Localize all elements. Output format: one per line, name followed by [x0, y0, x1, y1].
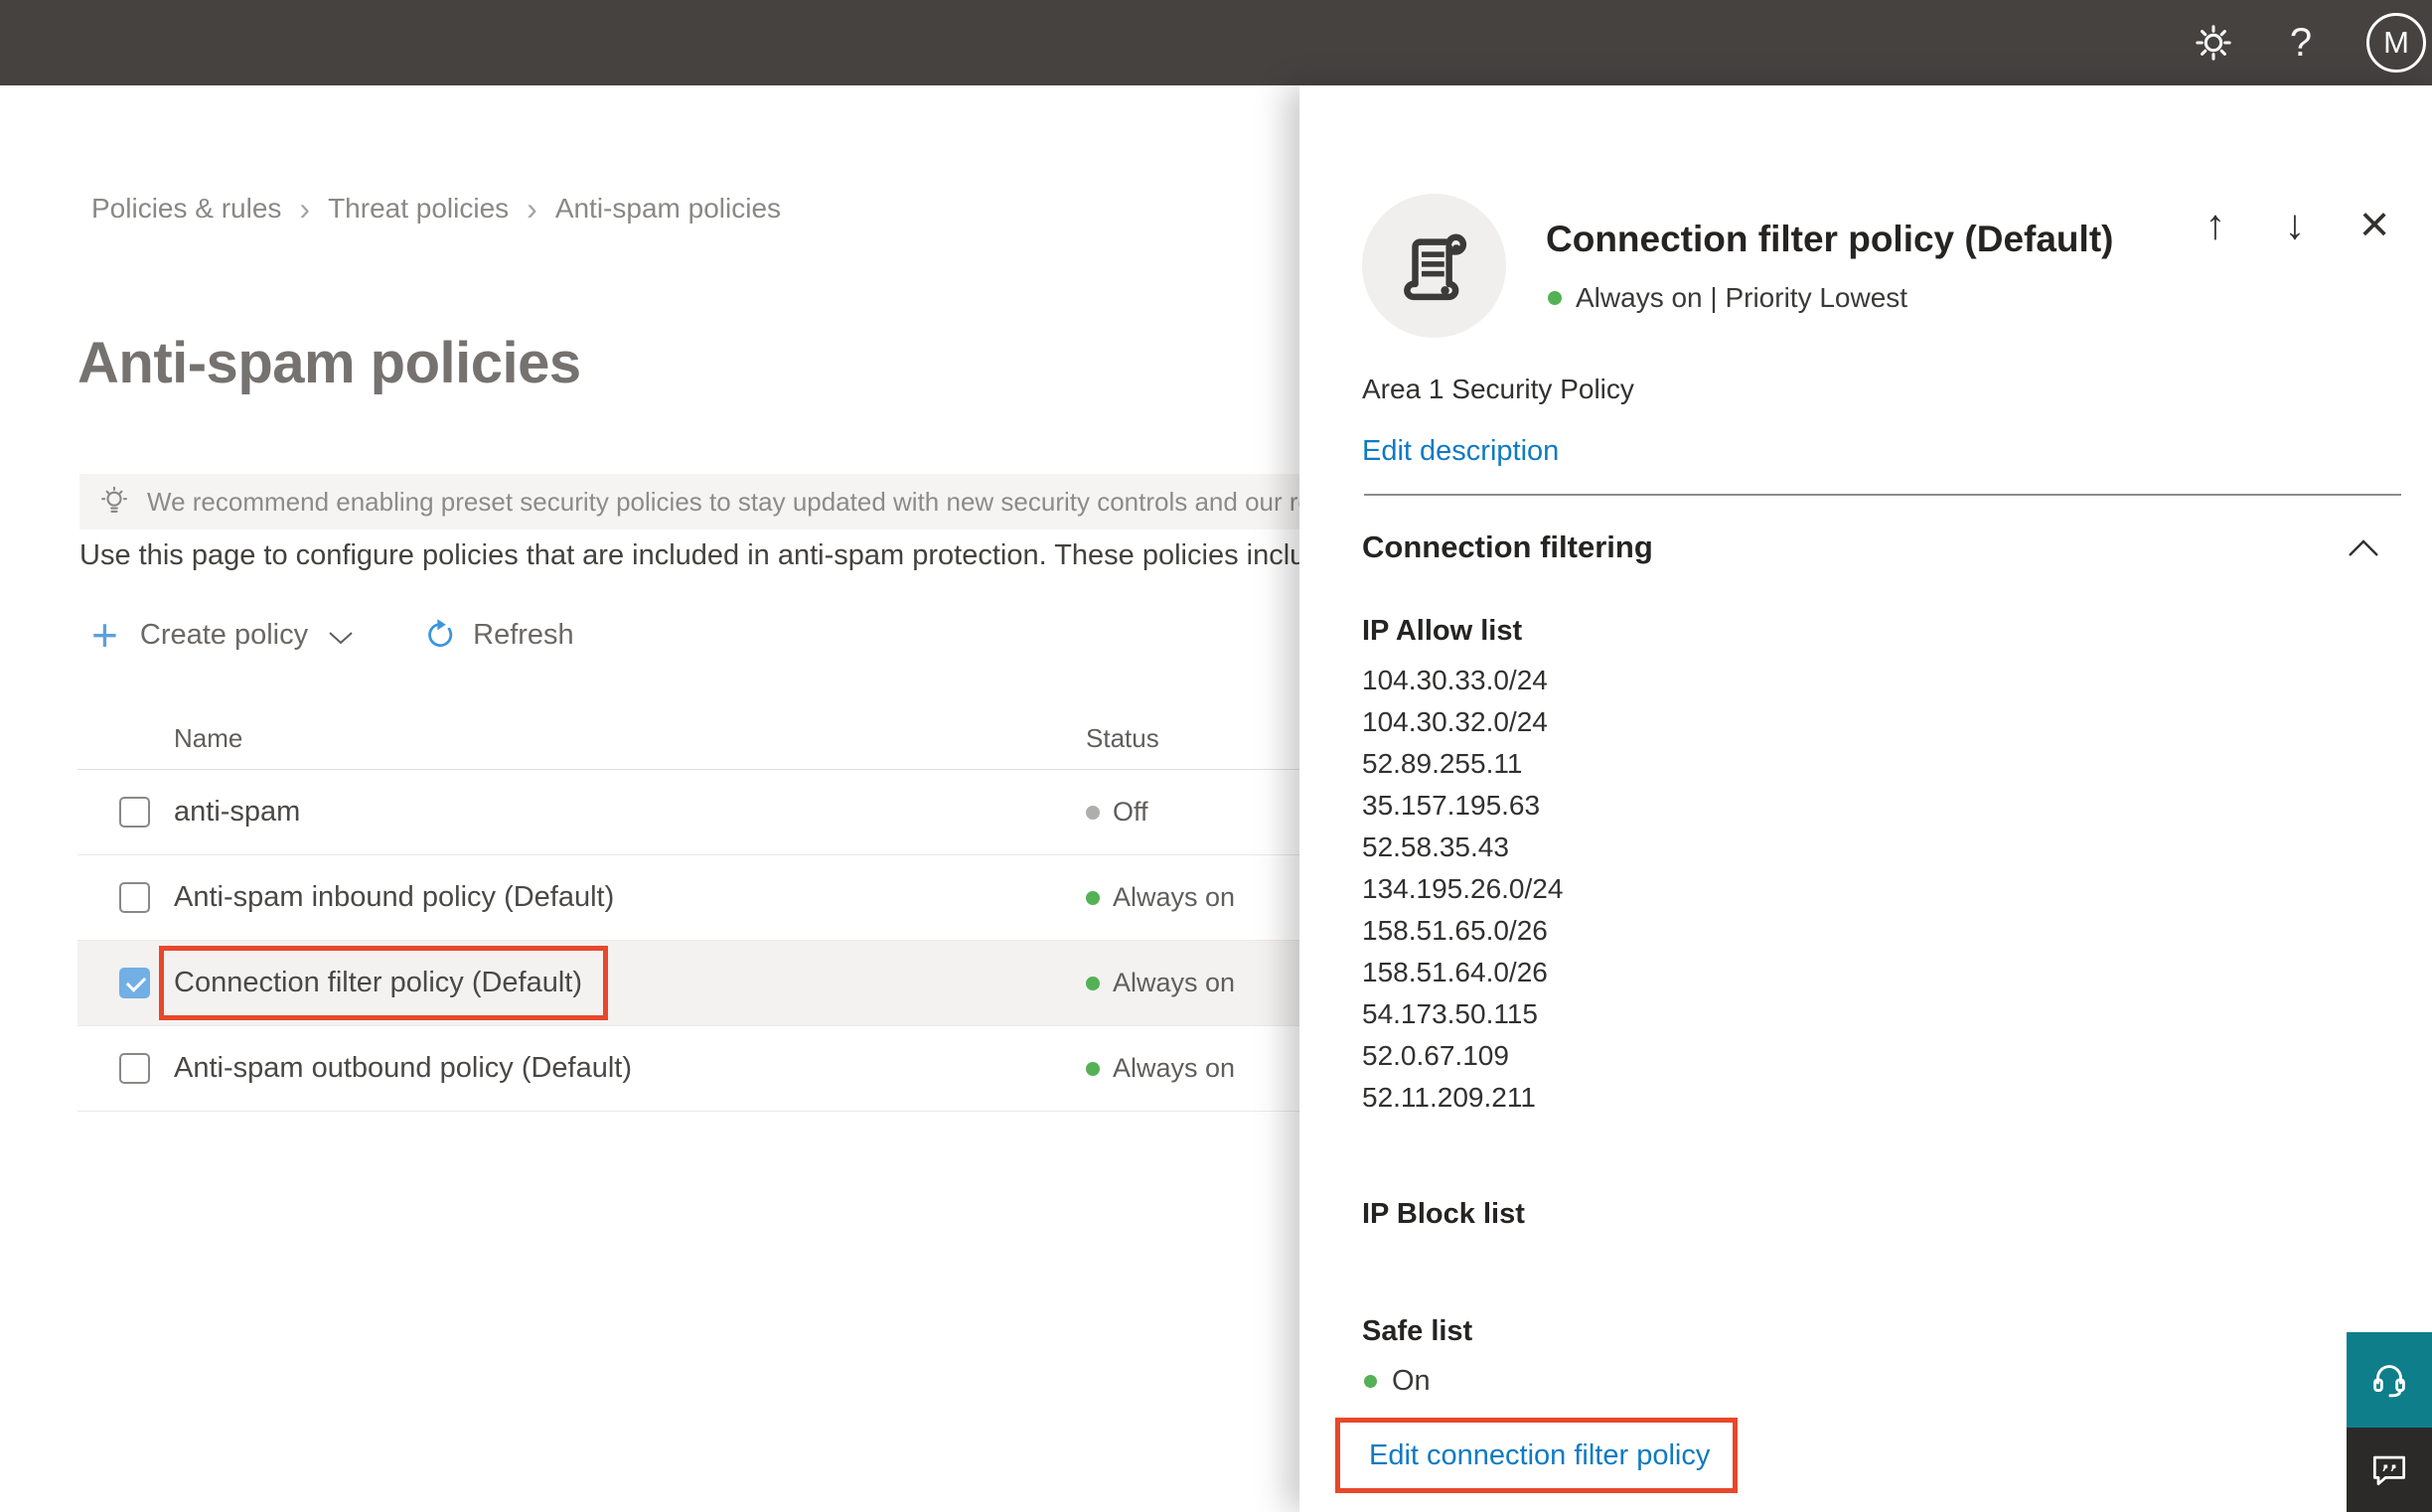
status-cell: Off	[1086, 770, 1148, 854]
page-description: Use this page to configure policies that…	[79, 539, 1299, 571]
ip-block-list-label: IP Block list	[1362, 1198, 1525, 1230]
table-row[interactable]: Anti-spam inbound policy (Default) Alway…	[77, 855, 1299, 941]
row-checkbox[interactable]	[119, 882, 150, 913]
ip-allow-list: 104.30.33.0/24 104.30.32.0/24 52.89.255.…	[1362, 660, 1563, 1119]
row-checkbox[interactable]	[119, 797, 150, 828]
highlight-outline: Edit connection filter policy	[1335, 1418, 1738, 1493]
status-dot-on	[1364, 1375, 1377, 1388]
table-row-selected[interactable]: Connection filter policy (Default) Alway…	[77, 941, 1299, 1026]
avatar: M	[2366, 13, 2426, 73]
safe-list-label: Safe list	[1362, 1315, 1473, 1347]
banner-text: We recommend enabling preset security po…	[147, 486, 1299, 517]
ip-entry: 52.58.35.43	[1362, 832, 1509, 862]
policies-table: Name Status anti-spam Off Anti-spam inbo…	[77, 711, 1299, 1112]
status-cell: Always on	[1086, 1026, 1235, 1111]
ip-entry: 104.30.33.0/24	[1362, 665, 1548, 695]
ip-entry: 52.0.67.109	[1362, 1040, 1509, 1071]
ip-entry: 134.195.26.0/24	[1362, 873, 1564, 904]
breadcrumb: Policies & rules › Threat policies › Ant…	[91, 193, 781, 225]
chevron-right-icon: ›	[299, 191, 311, 227]
gear-icon	[2196, 25, 2231, 61]
policy-description: Area 1 Security Policy	[1362, 374, 1634, 404]
headset-icon	[2373, 1365, 2405, 1398]
help-button[interactable]: ?	[2257, 0, 2345, 85]
refresh-label: Refresh	[473, 618, 574, 651]
policy-name[interactable]: Anti-spam outbound policy (Default)	[174, 1052, 632, 1085]
status-cell: Always on	[1086, 855, 1235, 940]
ip-entry: 158.51.65.0/26	[1362, 915, 1548, 946]
topbar-actions: ? M	[2170, 0, 2432, 85]
flyout-status: Always on | Priority Lowest	[1548, 282, 1907, 314]
status-label: Always on	[1113, 1053, 1236, 1083]
row-checkbox[interactable]	[119, 1053, 150, 1084]
account-button[interactable]: M	[2345, 0, 2432, 85]
breadcrumb-policies-rules[interactable]: Policies & rules	[91, 193, 281, 225]
ip-entry: 52.89.255.11	[1362, 748, 1523, 779]
policy-avatar	[1362, 194, 1506, 338]
help-icon: ?	[2289, 20, 2313, 65]
settings-button[interactable]	[2170, 0, 2257, 85]
feedback-button[interactable]	[2347, 1428, 2432, 1512]
status-dot-on	[1086, 1061, 1100, 1076]
section-connection-filtering: Connection filtering	[1362, 529, 1653, 564]
status-dot-on	[1086, 976, 1100, 990]
list-toolbar: + Create policy Refresh	[91, 610, 574, 660]
anti-spam-policies-page: ? M Policies & rules › Threat policies ›…	[0, 0, 2432, 1512]
status-dot-on	[1086, 890, 1100, 905]
status-cell: Always on	[1086, 941, 1235, 1025]
status-label: Always on	[1113, 968, 1236, 997]
ip-entry: 54.173.50.115	[1362, 998, 1538, 1029]
safe-list-value: On	[1392, 1365, 1431, 1397]
ip-entry: 35.157.195.63	[1362, 790, 1541, 821]
policy-name[interactable]: Connection filter policy (Default)	[174, 967, 582, 999]
refresh-button[interactable]: Refresh	[423, 618, 574, 652]
table-row[interactable]: Anti-spam outbound policy (Default) Alwa…	[77, 1026, 1299, 1112]
scroll-icon	[1403, 233, 1466, 300]
page-title: Anti-spam policies	[77, 331, 581, 395]
ip-entry: 104.30.32.0/24	[1362, 706, 1548, 737]
recommendation-banner: We recommend enabling preset security po…	[79, 474, 1299, 529]
column-header-name[interactable]: Name	[174, 723, 242, 754]
table-row[interactable]: anti-spam Off	[77, 770, 1299, 855]
status-dot-off	[1086, 805, 1100, 820]
edit-connection-filter-policy-link[interactable]: Edit connection filter policy	[1369, 1439, 1710, 1472]
status-label: Always on	[1113, 882, 1236, 912]
breadcrumb-threat-policies[interactable]: Threat policies	[328, 193, 509, 225]
safe-list-status: On	[1364, 1365, 1431, 1398]
flyout-title: Connection filter policy (Default)	[1546, 219, 2114, 259]
ip-entry: 52.11.209.211	[1362, 1082, 1536, 1113]
edit-description-link[interactable]: Edit description	[1362, 435, 1559, 468]
table-header: Name Status	[77, 711, 1299, 770]
status-dot-on	[1548, 291, 1562, 305]
plus-icon: +	[91, 609, 118, 661]
column-header-status[interactable]: Status	[1086, 723, 1159, 754]
ip-allow-list-label: IP Allow list	[1362, 615, 1523, 647]
top-app-bar: ? M	[0, 0, 2432, 85]
support-button[interactable]	[2347, 1332, 2432, 1428]
lightbulb-icon	[101, 486, 127, 513]
feedback-chat-icon	[2372, 1455, 2406, 1485]
status-label: Off	[1113, 797, 1148, 827]
avatar-initial: M	[2383, 25, 2409, 60]
chevron-right-icon: ›	[527, 191, 537, 227]
divider	[1364, 494, 2401, 496]
row-checkbox-checked[interactable]	[119, 968, 150, 998]
policy-details-flyout: ↑ ↓ × Connection filter policy (Default)…	[1299, 85, 2432, 1512]
refresh-icon	[428, 619, 453, 647]
policy-name[interactable]: anti-spam	[174, 796, 300, 829]
chevron-up-icon[interactable]	[2347, 538, 2380, 558]
create-policy-button[interactable]: + Create policy	[91, 612, 354, 658]
breadcrumb-anti-spam-policies: Anti-spam policies	[554, 193, 782, 224]
chevron-down-icon	[329, 632, 353, 645]
flyout-status-text: Always on | Priority Lowest	[1576, 282, 1908, 313]
create-policy-label: Create policy	[139, 618, 309, 651]
policy-name[interactable]: Anti-spam inbound policy (Default)	[174, 881, 614, 914]
ip-entry: 158.51.64.0/26	[1362, 957, 1548, 987]
